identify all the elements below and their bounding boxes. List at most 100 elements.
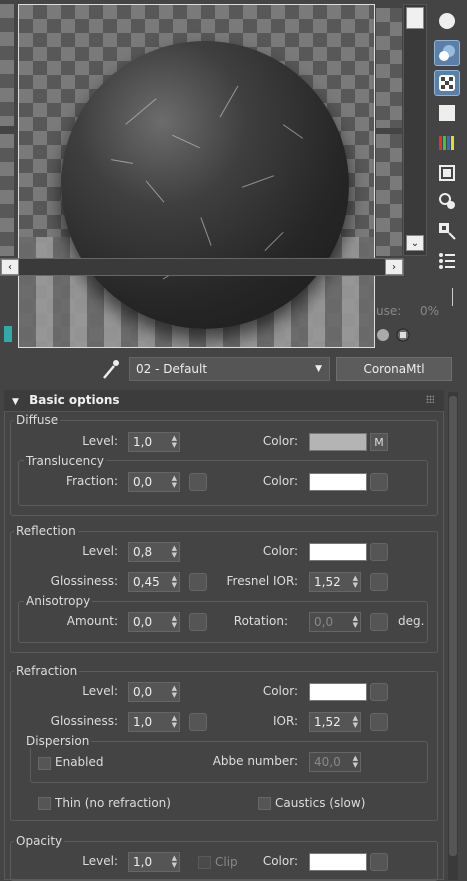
translucency-fraction-spinner[interactable]: 0,0 ▲ ▼	[128, 472, 180, 492]
reflection-group-label: Reflection	[14, 524, 78, 538]
anisotropy-group-label: Anisotropy	[24, 594, 93, 608]
divider-line	[452, 288, 453, 306]
anisotropy-amount-label: Amount:	[66, 614, 118, 628]
translucency-color-swatch[interactable]	[309, 473, 367, 491]
anisotropy-rotation-spinner[interactable]: 0,0 ▲ ▼	[309, 612, 361, 632]
reflection-color-label: Color:	[262, 544, 298, 558]
sample-slot-right-bottom[interactable]	[376, 134, 402, 256]
anisotropy-rotation-label: Rotation:	[233, 614, 288, 628]
eyedropper-icon[interactable]	[100, 358, 120, 383]
fresnel-ior-map-button[interactable]	[370, 573, 388, 591]
diffuse-level-label: Level:	[82, 434, 118, 448]
sample-slot-left-bottom[interactable]	[0, 134, 14, 256]
translucency-color-map-button[interactable]	[370, 473, 388, 491]
assign-material-icon[interactable]	[2, 324, 14, 347]
refraction-ior-spinner[interactable]: 1,52 ▲ ▼	[309, 712, 361, 732]
basic-options-header[interactable]: ▼ Basic options	[4, 390, 444, 412]
opacity-level-label: Level:	[82, 854, 118, 868]
thin-no-refraction-label: Thin (no refraction)	[55, 796, 171, 810]
spinner-arrows-icon[interactable]: ▲ ▼	[172, 575, 177, 589]
dispersion-group-label: Dispersion	[24, 734, 92, 748]
scroll-right-button[interactable]: ›	[385, 259, 403, 275]
diffuse-color-swatch[interactable]	[309, 433, 367, 451]
scroll-down-button[interactable]: ⌄	[406, 235, 424, 251]
spinner-arrows-icon[interactable]: ▲ ▼	[353, 615, 358, 629]
opacity-level-spinner[interactable]: 1,0 ▲ ▼	[128, 852, 180, 872]
opacity-color-label: Color:	[262, 854, 298, 868]
caustics-label: Caustics (slow)	[275, 796, 366, 810]
spinner-arrows-icon[interactable]: ▲ ▼	[353, 755, 358, 769]
spinner-arrows-icon[interactable]: ▲ ▼	[172, 615, 177, 629]
reflection-color-swatch[interactable]	[309, 543, 367, 561]
material-preview-sphere-view[interactable]	[18, 4, 375, 348]
refraction-glossiness-spinner[interactable]: 1,0 ▲ ▼	[128, 712, 180, 732]
slots-vertical-scrollbar[interactable]: ⌄	[403, 4, 427, 256]
abbe-number-spinner[interactable]: 40,0 ▲ ▼	[309, 752, 361, 772]
rollout-grip-icon	[426, 395, 434, 403]
preview-sphere	[61, 41, 349, 329]
material-type-button[interactable]: CoronaMtl	[336, 357, 452, 381]
sample-slot-left-top[interactable]	[0, 4, 14, 126]
select-by-material-icon[interactable]	[434, 218, 460, 244]
diffuse-color-label: Color:	[262, 434, 298, 448]
refraction-color-label: Color:	[262, 684, 298, 698]
scroll-left-button[interactable]: ‹	[1, 259, 19, 275]
spinner-arrows-icon[interactable]: ▲ ▼	[172, 475, 177, 489]
opacity-color-swatch[interactable]	[309, 853, 367, 871]
options-icon[interactable]	[434, 188, 460, 214]
collapse-triangle-icon: ▼	[12, 397, 19, 407]
rotation-unit: deg.	[398, 614, 425, 628]
spinner-arrows-icon[interactable]: ▲ ▼	[172, 855, 177, 869]
opacity-color-map-button[interactable]	[370, 853, 388, 871]
spinner-arrows-icon[interactable]: ▲ ▼	[353, 715, 358, 729]
refraction-ior-label: IOR:	[273, 714, 298, 728]
material-map-navigator-icon[interactable]	[434, 248, 460, 274]
opacity-group-label: Opacity	[14, 834, 65, 848]
zoom-value: 0%	[420, 304, 440, 318]
put-to-scene-icon[interactable]	[394, 326, 412, 347]
spinner-arrows-icon[interactable]: ▲ ▼	[172, 685, 177, 699]
scrollbar-thumb[interactable]	[449, 396, 457, 856]
sample-type-sphere-icon[interactable]	[434, 8, 460, 34]
translucency-fraction-label: Fraction:	[66, 474, 118, 488]
zoom-readout: use:	[376, 304, 401, 318]
rollout-scrollbar[interactable]	[448, 392, 458, 880]
anisotropy-rotation-map-button[interactable]	[370, 613, 388, 631]
material-name: 02 - Default	[136, 362, 208, 376]
material-name-dropdown[interactable]: 02 - Default ▼	[129, 357, 330, 381]
fresnel-ior-spinner[interactable]: 1,52 ▲ ▼	[309, 572, 361, 592]
reflection-level-label: Level:	[82, 544, 118, 558]
sample-slot-right-top[interactable]	[376, 8, 402, 128]
translucency-group-label: Translucency	[24, 454, 106, 468]
reflection-glossiness-spinner[interactable]: 0,45 ▲ ▼	[128, 572, 180, 592]
spinner-arrows-icon[interactable]: ▲ ▼	[172, 545, 177, 559]
rollout-title: Basic options	[29, 393, 120, 407]
slots-horizontal-scrollbar[interactable]: ‹ ›	[0, 258, 404, 276]
translucency-color-label: Color:	[262, 474, 298, 488]
spinner-arrows-icon[interactable]: ▲ ▼	[172, 715, 177, 729]
anisotropy-amount-spinner[interactable]: 0,0 ▲ ▼	[128, 612, 180, 632]
material-preview-area: ⌄ ‹ › use: 0%	[0, 0, 467, 352]
dispersion-enabled-checkbox[interactable]	[38, 757, 51, 770]
spinner-arrows-icon[interactable]: ▲ ▼	[172, 435, 177, 449]
fresnel-ior-label: Fresnel IOR:	[226, 574, 298, 588]
caustics-checkbox[interactable]	[258, 797, 271, 810]
video-color-check-icon[interactable]	[434, 130, 460, 156]
backlight-icon[interactable]	[434, 40, 460, 66]
refraction-color-map-button[interactable]	[370, 683, 388, 701]
thin-no-refraction-checkbox[interactable]	[38, 797, 51, 810]
spinner-arrows-icon[interactable]: ▲ ▼	[353, 575, 358, 589]
sample-uv-tiling-icon[interactable]	[434, 100, 460, 126]
diffuse-map-button[interactable]: M	[370, 433, 388, 451]
pick-material-icon[interactable]	[374, 326, 392, 347]
refraction-color-swatch[interactable]	[309, 683, 367, 701]
diffuse-level-spinner[interactable]: 1,0 ▲ ▼	[128, 432, 180, 452]
refraction-ior-map-button[interactable]	[370, 713, 388, 731]
background-checker-icon[interactable]	[434, 70, 460, 96]
reflection-level-spinner[interactable]: 0,8 ▲ ▼	[128, 542, 180, 562]
reflection-color-map-button[interactable]	[370, 543, 388, 561]
make-preview-icon[interactable]	[434, 160, 460, 186]
refraction-level-label: Level:	[82, 684, 118, 698]
refraction-level-spinner[interactable]: 0,0 ▲ ▼	[128, 682, 180, 702]
scroll-up-icon[interactable]	[406, 7, 424, 29]
